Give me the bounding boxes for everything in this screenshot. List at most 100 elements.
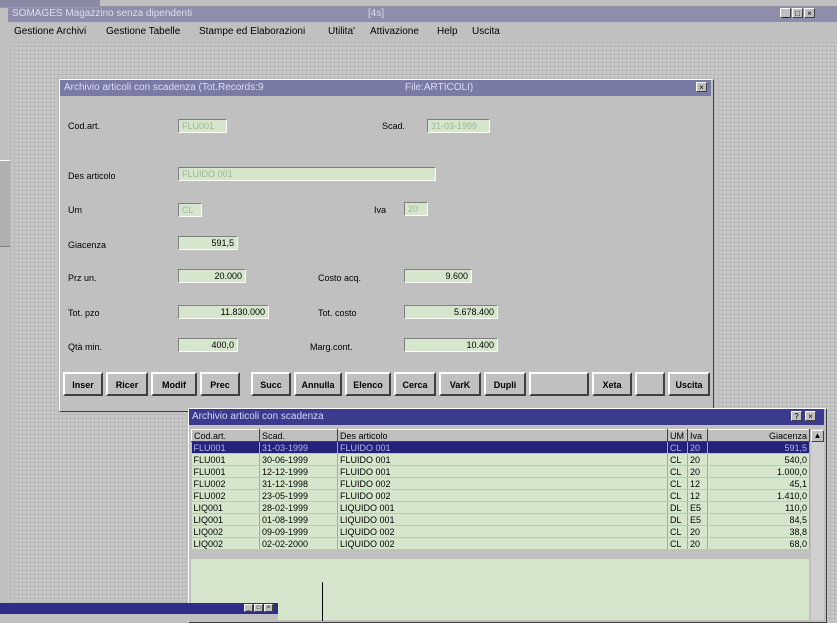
help-icon[interactable]: ?: [791, 411, 802, 421]
cell-cod-art: FLU001: [191, 465, 260, 478]
um-field[interactable]: CL: [178, 203, 202, 217]
ricer-button[interactable]: Ricer: [106, 372, 148, 396]
close-icon[interactable]: ×: [805, 411, 816, 421]
cell-scad: 28-02-1999: [259, 501, 338, 514]
cell-iva: 20: [687, 537, 708, 550]
cell-iva: 20: [687, 465, 708, 478]
articles-table: Cod.art. Scad. Des articolo UM Iva Giace…: [191, 429, 810, 550]
table-row[interactable]: FLU001 31-03-1999 FLUIDO 001 CL 20 591,5: [191, 441, 810, 454]
menu-help[interactable]: Help: [437, 26, 458, 37]
cell-iva: 12: [687, 489, 708, 502]
cell-scad: 12-12-1999: [259, 465, 338, 478]
left-strip-divider: [0, 160, 10, 247]
uscita-button[interactable]: Uscita: [668, 372, 710, 396]
giacenza-field[interactable]: 591,5: [178, 236, 238, 250]
cell-giacenza: 540,0: [707, 453, 810, 466]
cell-giacenza: 1.000,0: [707, 465, 810, 478]
minimized-window-titlebar[interactable]: _ □ ×: [0, 603, 278, 614]
header-scad[interactable]: Scad.: [259, 429, 338, 442]
menu-attivazione[interactable]: Attivazione: [370, 26, 419, 37]
header-des-articolo[interactable]: Des articolo: [337, 429, 668, 442]
close-icon[interactable]: ×: [696, 82, 707, 92]
header-cod-art[interactable]: Cod.art.: [191, 429, 260, 442]
dupli-button[interactable]: Dupli: [484, 372, 526, 396]
close-icon[interactable]: ×: [264, 604, 273, 612]
table-row[interactable]: LIQ002 02-02-2000 LIQUIDO 002 CL 20 68,0: [191, 537, 810, 550]
cell-giacenza: 110,0: [707, 501, 810, 514]
tot-pzo-field[interactable]: 11.830.000: [178, 305, 269, 319]
table-row[interactable]: LIQ002 09-09-1999 LIQUIDO 002 CL 20 38,8: [191, 525, 810, 538]
header-um[interactable]: UM: [667, 429, 688, 442]
header-giacenza[interactable]: Giacenza: [707, 429, 810, 442]
cell-um: DL: [667, 501, 688, 514]
label-scad: Scad.: [382, 121, 406, 131]
prz-un-field[interactable]: 20.000: [178, 269, 246, 283]
modif-button[interactable]: Modif: [151, 372, 197, 396]
costo-acq-field[interactable]: 9.600: [404, 269, 472, 283]
cell-cod-art: FLU002: [191, 489, 260, 502]
menu-gestione-archivi[interactable]: Gestione Archivi: [14, 26, 86, 37]
blank-button-2[interactable]: [635, 372, 665, 396]
vark-button[interactable]: VarK: [439, 372, 481, 396]
scroll-up-icon[interactable]: ▲: [811, 430, 824, 442]
table-row[interactable]: FLU001 12-12-1999 FLUIDO 001 CL 20 1.000,0: [191, 465, 810, 478]
cell-iva: 20: [687, 525, 708, 538]
iva-field[interactable]: 20: [404, 202, 428, 216]
label-tot-costo: Tot. costo: [318, 308, 357, 318]
marg-cont-field[interactable]: 10.400: [404, 338, 498, 352]
cell-giacenza: 1.410,0: [707, 489, 810, 502]
app-titlebar: SOMAGES Magazzino senza dipendenti [4s] …: [8, 6, 837, 22]
cell-cod-art: LIQ001: [191, 513, 260, 526]
menu-utilita[interactable]: Utilita': [328, 26, 355, 37]
annulla-button[interactable]: Annulla: [294, 372, 342, 396]
maximize-icon[interactable]: □: [792, 8, 803, 18]
minimize-icon[interactable]: _: [780, 8, 791, 18]
cell-um: CL: [667, 477, 688, 490]
cell-scad: 09-09-1999: [259, 525, 338, 538]
succ-button[interactable]: Succ: [251, 372, 291, 396]
elenco-button[interactable]: Elenco: [345, 372, 391, 396]
cell-cod-art: FLU002: [191, 477, 260, 490]
table-header-row: Cod.art. Scad. Des articolo UM Iva Giace…: [191, 429, 810, 442]
maximize-icon[interactable]: □: [254, 604, 263, 612]
qta-min-field[interactable]: 400,0: [178, 338, 238, 352]
cod-art-field[interactable]: FLU001: [178, 119, 227, 133]
minimized-window-body: [0, 614, 278, 621]
table-row[interactable]: LIQ001 01-08-1999 LIQUIDO 001 DL E5 84,5: [191, 513, 810, 526]
prec-button[interactable]: Prec: [200, 372, 240, 396]
des-articolo-field[interactable]: FLUIDO 001: [178, 167, 436, 181]
menubar: Gestione Archivi Gestione Tabelle Stampe…: [0, 24, 837, 41]
minimize-icon[interactable]: _: [244, 604, 253, 612]
cell-giacenza: 38,8: [707, 525, 810, 538]
cell-cod-art: LIQ002: [191, 537, 260, 550]
table-row[interactable]: FLU002 31-12-1998 FLUIDO 002 CL 12 45,1: [191, 477, 810, 490]
scad-field[interactable]: 31-03-1999: [427, 119, 490, 133]
header-iva[interactable]: Iva: [687, 429, 708, 442]
xeta-button[interactable]: Xeta: [592, 372, 632, 396]
cell-um: CL: [667, 525, 688, 538]
menu-stampe-elaborazioni[interactable]: Stampe ed Elaborazioni: [199, 26, 305, 37]
cell-iva: 20: [687, 441, 708, 454]
cell-scad: 31-03-1999: [259, 441, 338, 454]
grid-window: Archivio articoli con scadenza ? × Cod.a…: [188, 408, 827, 623]
background-window-titlebar: [0, 0, 100, 7]
grid-scrollbar[interactable]: [811, 429, 824, 620]
label-qta-min: Qtà min.: [68, 342, 103, 352]
close-icon[interactable]: ×: [804, 8, 815, 18]
cerca-button[interactable]: Cerca: [394, 372, 436, 396]
cell-des-articolo: LIQUIDO 002: [337, 525, 668, 538]
menu-gestione-tabelle[interactable]: Gestione Tabelle: [106, 26, 180, 37]
table-row[interactable]: FLU001 30-06-1999 FLUIDO 001 CL 20 540,0: [191, 453, 810, 466]
inser-button[interactable]: Inser: [63, 372, 103, 396]
cell-cod-art: LIQ001: [191, 501, 260, 514]
table-row[interactable]: LIQ001 28-02-1999 LIQUIDO 001 DL E5 110,0: [191, 501, 810, 514]
cell-des-articolo: FLUIDO 002: [337, 489, 668, 502]
cell-des-articolo: LIQUIDO 001: [337, 501, 668, 514]
menu-uscita[interactable]: Uscita: [472, 26, 500, 37]
grid-titlebar: Archivio articoli con scadenza ? ×: [189, 409, 824, 425]
blank-button-1[interactable]: [529, 372, 589, 396]
table-row[interactable]: FLU002 23-05-1999 FLUIDO 002 CL 12 1.410,0: [191, 489, 810, 502]
cell-des-articolo: FLUIDO 001: [337, 441, 668, 454]
label-tot-pzo: Tot. pzo: [68, 308, 100, 318]
tot-costo-field[interactable]: 5.678.400: [404, 305, 498, 319]
